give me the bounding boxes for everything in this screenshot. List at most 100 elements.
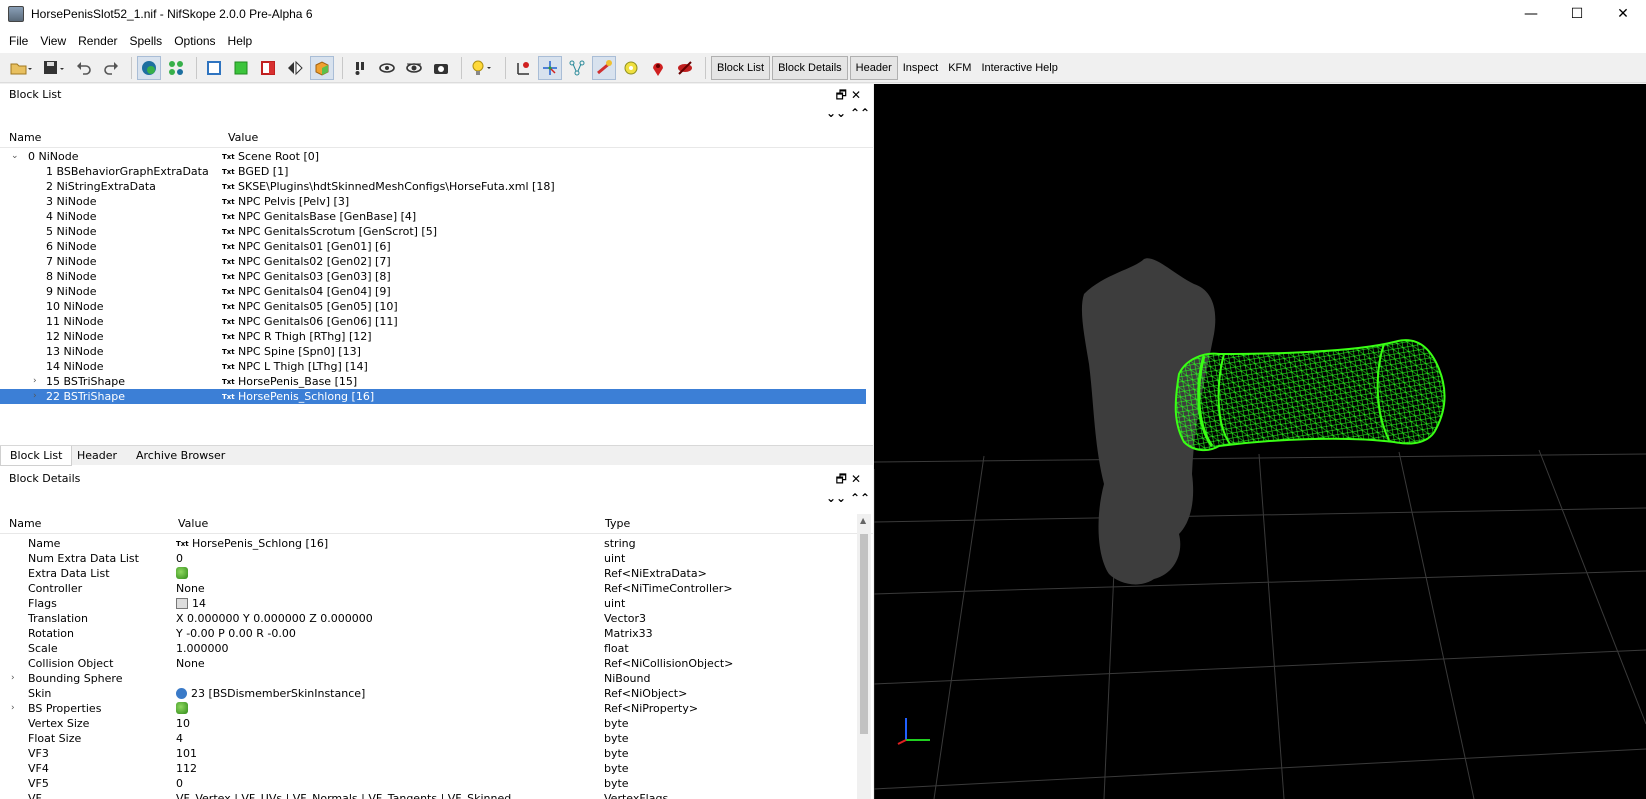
- field-value[interactable]: VF_Vertex | VF_UVs | VF_Normals | VF_Tan…: [176, 791, 511, 799]
- detail-row[interactable]: VF VF_Vertex | VF_UVs | VF_Normals | VF_T…: [0, 791, 866, 799]
- field-value[interactable]: 10: [176, 716, 190, 731]
- show-constraints-icon[interactable]: [538, 55, 562, 80]
- block-list-row[interactable]: 1 BSBehaviorGraphExtraData Txt BGED [1]: [0, 164, 866, 179]
- detail-row[interactable]: Flags 14 uint: [0, 596, 866, 611]
- show-furniture-icon[interactable]: [619, 56, 643, 80]
- collapse-all-icon[interactable]: ⌄⌄: [826, 106, 846, 120]
- tab-block-list[interactable]: Block List: [0, 446, 73, 466]
- block-list-row[interactable]: 13 NiNode Txt NPC Spine [Spn0] [13]: [0, 344, 866, 359]
- show-hidden-icon[interactable]: [375, 56, 399, 80]
- tab-archive-browser[interactable]: Archive Browser: [127, 446, 234, 466]
- toggle-inspect[interactable]: Inspect: [898, 56, 943, 80]
- detail-row[interactable]: VF4 112 byte: [0, 761, 866, 776]
- toggle-header[interactable]: Header: [849, 55, 898, 80]
- field-value[interactable]: 101: [176, 746, 197, 761]
- block-list-row[interactable]: ⌄ 0 NiNode Txt Scene Root [0]: [0, 149, 866, 164]
- field-value[interactable]: [176, 566, 188, 581]
- field-value[interactable]: Y -0.00 P 0.00 R -0.00: [176, 626, 296, 641]
- detail-row[interactable]: Extra Data List Ref<NiExtraData>: [0, 566, 866, 581]
- detail-row[interactable]: › Bounding Sphere NiBound: [0, 671, 866, 686]
- menu-help[interactable]: Help: [222, 34, 259, 48]
- block-list-row[interactable]: 6 NiNode Txt NPC Genitals01 [Gen01] [6]: [0, 239, 866, 254]
- view-front-icon[interactable]: [202, 56, 226, 80]
- perspective-icon[interactable]: [310, 55, 334, 80]
- block-list-row[interactable]: › 22 BSTriShape Txt HorsePenis_Schlong [16]: [0, 389, 866, 404]
- show-havok-icon[interactable]: [592, 55, 616, 80]
- details-scrollbar[interactable]: ▲: [857, 514, 871, 799]
- field-value[interactable]: 1.000000: [176, 641, 229, 656]
- view-top-icon[interactable]: [229, 56, 253, 80]
- float-dock-icon[interactable]: 🗗: [836, 88, 851, 102]
- block-list-row[interactable]: 12 NiNode Txt NPC R Thigh [RThg] [12]: [0, 329, 866, 344]
- block-list-row[interactable]: 9 NiNode Txt NPC Genitals04 [Gen04] [9]: [0, 284, 866, 299]
- open-file-icon[interactable]: [6, 56, 36, 80]
- detail-row[interactable]: Rotation Y -0.00 P 0.00 R -0.00 Matrix33: [0, 626, 866, 641]
- field-value[interactable]: [176, 701, 188, 716]
- block-list-row[interactable]: 3 NiNode Txt NPC Pelvis [Pelv] [3]: [0, 194, 866, 209]
- collapse-all-icon[interactable]: ⌄⌄: [826, 491, 846, 505]
- close-dock-icon[interactable]: ✕: [851, 472, 865, 486]
- flip-view-icon[interactable]: [283, 56, 307, 80]
- field-value[interactable]: None: [176, 581, 205, 596]
- expand-arrow-icon[interactable]: ›: [33, 389, 37, 404]
- menu-spells[interactable]: Spells: [124, 34, 169, 48]
- field-value[interactable]: 23 [BSDismemberSkinInstance]: [176, 686, 365, 701]
- hide-hidden-icon[interactable]: [673, 56, 697, 80]
- detail-row[interactable]: Float Size 4 byte: [0, 731, 866, 746]
- field-value[interactable]: X 0.000000 Y 0.000000 Z 0.000000: [176, 611, 373, 626]
- field-value[interactable]: None: [176, 656, 205, 671]
- column-header-name[interactable]: Name: [9, 131, 41, 144]
- detail-row[interactable]: Collision Object None Ref<NiCollisionObjec…: [0, 656, 866, 671]
- flags-editor-icon[interactable]: [176, 598, 188, 609]
- block-list-row[interactable]: 14 NiNode Txt NPC L Thigh [LThg] [14]: [0, 359, 866, 374]
- show-axes-icon[interactable]: [511, 56, 535, 80]
- screenshot-icon[interactable]: [429, 56, 453, 80]
- close-dock-icon[interactable]: ✕: [851, 88, 865, 102]
- detail-row[interactable]: VF5 0 byte: [0, 776, 866, 791]
- detail-row[interactable]: Skin 23 [BSDismemberSkinInstance] Ref<NiOb…: [0, 686, 866, 701]
- field-value[interactable]: 0: [176, 776, 183, 791]
- view-side-icon[interactable]: [256, 56, 280, 80]
- field-value[interactable]: 14: [176, 596, 206, 611]
- block-list-row[interactable]: 10 NiNode Txt NPC Genitals05 [Gen05] [10]: [0, 299, 866, 314]
- show-markers-icon[interactable]: [402, 56, 426, 80]
- block-list-row[interactable]: 8 NiNode Txt NPC Genitals03 [Gen03] [8]: [0, 269, 866, 284]
- tab-header[interactable]: Header: [68, 446, 126, 466]
- block-list-row[interactable]: 11 NiNode Txt NPC Genitals06 [Gen06] [11]: [0, 314, 866, 329]
- detail-row[interactable]: VF3 101 byte: [0, 746, 866, 761]
- show-nodes-icon[interactable]: [348, 56, 372, 80]
- minimize-button[interactable]: —: [1508, 0, 1554, 28]
- detail-row[interactable]: › BS Properties Ref<NiProperty>: [0, 701, 866, 716]
- column-header-type[interactable]: Type: [605, 517, 630, 530]
- detail-row[interactable]: Controller None Ref<NiTimeController>: [0, 581, 866, 596]
- block-list-row[interactable]: 4 NiNode Txt NPC GenitalsBase [GenBase] [4…: [0, 209, 866, 224]
- select-object-icon[interactable]: [137, 55, 161, 80]
- expand-all-icon[interactable]: ⌃⌃: [850, 491, 870, 505]
- detail-row[interactable]: Name Txt HorsePenis_Schlong [16] string: [0, 536, 866, 551]
- menu-options[interactable]: Options: [168, 34, 221, 48]
- field-value[interactable]: 4: [176, 731, 183, 746]
- detail-row[interactable]: Num Extra Data List 0 uint: [0, 551, 866, 566]
- undo-icon[interactable]: [72, 56, 96, 80]
- block-list-row[interactable]: 5 NiNode Txt NPC GenitalsScrotum [GenScrot…: [0, 224, 866, 239]
- redo-icon[interactable]: [99, 56, 123, 80]
- expand-arrow-icon[interactable]: ›: [11, 701, 15, 716]
- link-ref-icon[interactable]: [176, 688, 187, 699]
- expand-all-icon[interactable]: ⌃⌃: [850, 106, 870, 120]
- toggle-block-list[interactable]: Block List: [711, 55, 771, 80]
- field-value[interactable]: 112: [176, 761, 197, 776]
- column-header-value[interactable]: Value: [228, 131, 258, 144]
- float-dock-icon[interactable]: 🗗: [836, 472, 851, 486]
- close-button[interactable]: ✕: [1600, 0, 1646, 28]
- block-list-row[interactable]: › 15 BSTriShape Txt HorsePenis_Base [15]: [0, 374, 866, 389]
- block-list-row[interactable]: 2 NiStringExtraData Txt SKSE\Plugins\hdtSk…: [0, 179, 866, 194]
- toggle-kfm[interactable]: KFM: [943, 56, 976, 80]
- column-header-value[interactable]: Value: [178, 517, 208, 530]
- lighting-icon[interactable]: [467, 56, 497, 80]
- toggle-block-details[interactable]: Block Details: [772, 55, 848, 80]
- maximize-button[interactable]: ☐: [1554, 0, 1600, 28]
- render-viewport[interactable]: [874, 84, 1646, 799]
- menu-render[interactable]: Render: [72, 34, 123, 48]
- save-file-icon[interactable]: [39, 56, 69, 80]
- block-list-row[interactable]: 7 NiNode Txt NPC Genitals02 [Gen02] [7]: [0, 254, 866, 269]
